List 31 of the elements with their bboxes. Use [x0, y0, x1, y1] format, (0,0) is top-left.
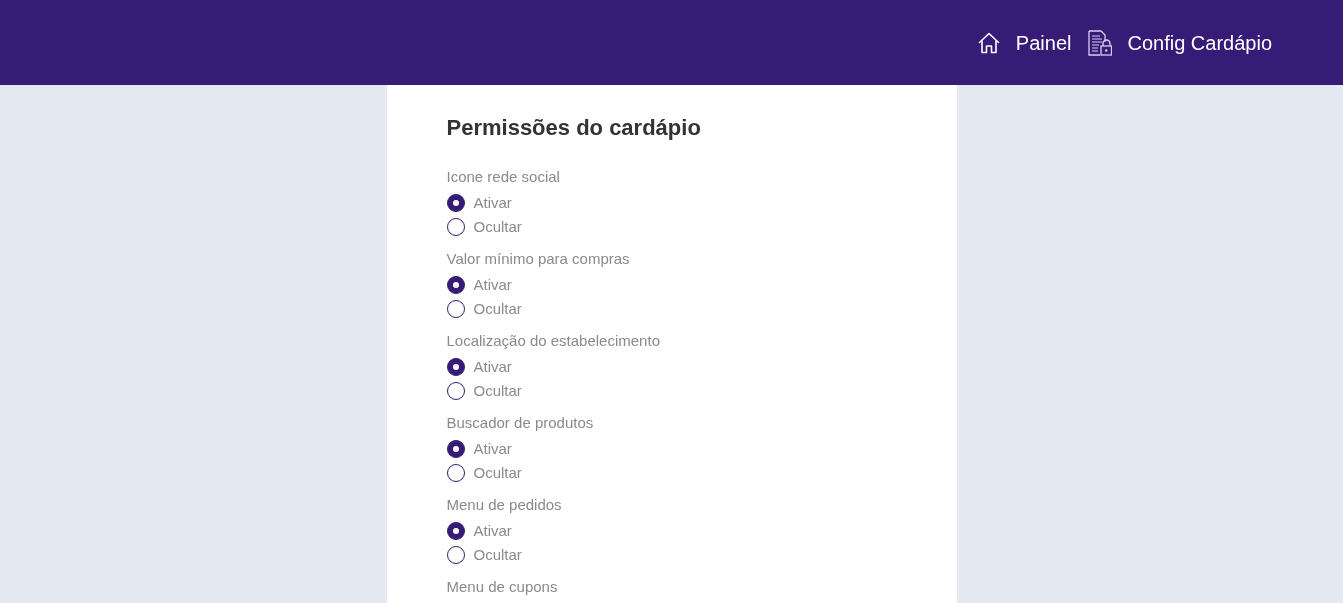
option-label[interactable]: Ativar — [473, 439, 512, 459]
setting-label: Localização do estabelecimento — [446, 331, 661, 351]
nav-link[interactable]: Config Cardápio — [1088, 29, 1272, 56]
nav-link[interactable]: Painel — [976, 30, 1072, 55]
setting-label: Buscador de produtos — [446, 413, 595, 433]
option-label[interactable]: Ocultar — [473, 545, 522, 565]
radio-button[interactable] — [446, 440, 465, 458]
radio-button[interactable] — [446, 546, 465, 564]
option-label[interactable]: Ocultar — [473, 381, 522, 401]
option-label[interactable]: Ocultar — [473, 299, 522, 319]
option-label[interactable]: Ocultar — [473, 217, 522, 237]
setting-label: Valor mínimo para compras — [446, 249, 631, 269]
setting-label: Menu de pedidos — [446, 495, 563, 515]
radio-button[interactable] — [446, 358, 465, 376]
radio-button[interactable] — [446, 300, 465, 318]
radio-button[interactable] — [446, 218, 465, 236]
option-label[interactable]: Ativar — [473, 193, 512, 213]
panel-title: Permissões do cardápio — [446, 115, 702, 141]
radio-button[interactable] — [446, 194, 465, 212]
setting-label: Icone rede social — [446, 167, 561, 187]
option-label[interactable]: Ativar — [473, 357, 512, 377]
radio-button[interactable] — [446, 382, 465, 400]
home-icon — [976, 30, 1001, 55]
radio-button[interactable] — [446, 522, 465, 540]
document-lock-icon — [1088, 29, 1113, 56]
option-label[interactable]: Ocultar — [473, 463, 522, 483]
setting-label: Menu de cupons — [446, 577, 559, 597]
option-label[interactable]: Ativar — [473, 521, 512, 541]
radio-button[interactable] — [446, 464, 465, 482]
option-label[interactable]: Ativar — [473, 275, 512, 295]
radio-button[interactable] — [446, 276, 465, 294]
